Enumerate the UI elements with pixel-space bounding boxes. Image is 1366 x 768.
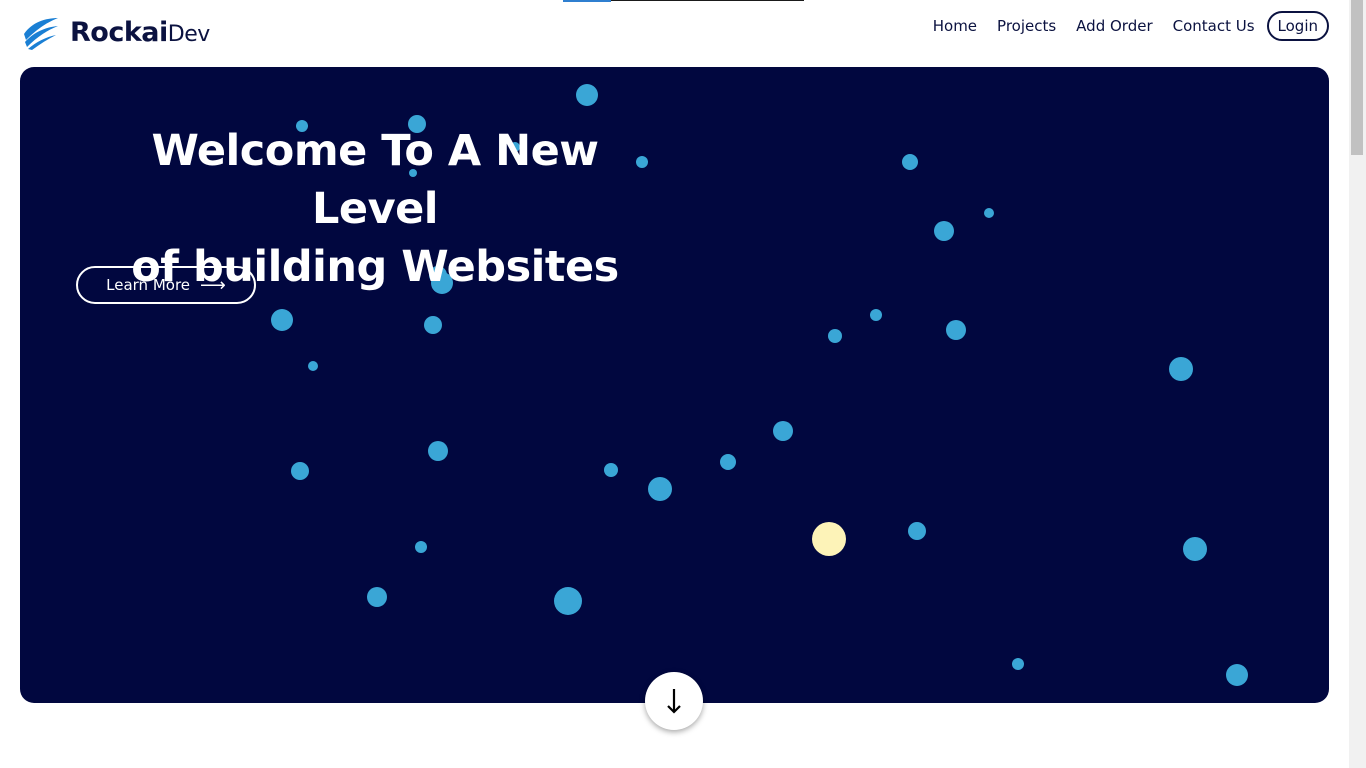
nav-add-order[interactable]: Add Order [1076, 11, 1152, 41]
brand-logo[interactable]: RockaiDev [22, 14, 210, 50]
highlight-particle [812, 522, 846, 556]
brand-name: RockaiDev [70, 16, 211, 48]
nav-home[interactable]: Home [933, 11, 977, 41]
particle [908, 522, 926, 540]
login-button[interactable]: Login [1266, 11, 1329, 41]
top-header: RockaiDev Home Projects Add Order Contac… [0, 0, 1349, 64]
arrow-down-icon [667, 689, 681, 714]
particle [367, 587, 387, 607]
learn-more-button[interactable]: Learn More ⟶ [76, 266, 256, 304]
particle [902, 154, 918, 170]
hero-banner: Welcome To A New Level of building Websi… [20, 67, 1329, 703]
hero-title-line1: Welcome To A New Level [151, 126, 599, 234]
particle [828, 329, 842, 343]
page-scrollbar[interactable] [1349, 0, 1366, 768]
particle [648, 477, 672, 501]
particle [720, 454, 736, 470]
particle [1169, 357, 1193, 381]
particle [415, 541, 427, 553]
scroll-down-button[interactable] [645, 672, 703, 730]
main-nav: Home Projects Add Order Contact Us Login [913, 11, 1329, 41]
brand-suffix: Dev [167, 21, 211, 47]
particle [934, 221, 954, 241]
particle [271, 309, 293, 331]
particle [870, 309, 882, 321]
arrow-right-icon: ⟶ [200, 274, 226, 296]
particle [428, 441, 448, 461]
scrollbar-thumb[interactable] [1351, 0, 1363, 155]
particle [291, 462, 309, 480]
particle [424, 316, 442, 334]
particle [576, 84, 598, 106]
particle [604, 463, 618, 477]
particle [1226, 664, 1248, 686]
particle [1012, 658, 1024, 670]
learn-more-label: Learn More [106, 276, 191, 294]
particle [946, 320, 966, 340]
particle [554, 587, 582, 615]
particle [773, 421, 793, 441]
wing-logo-icon [24, 18, 58, 50]
particle [308, 361, 318, 371]
particle [984, 208, 994, 218]
nav-projects[interactable]: Projects [997, 11, 1056, 41]
particle [1183, 537, 1207, 561]
nav-contact-us[interactable]: Contact Us [1173, 11, 1255, 41]
